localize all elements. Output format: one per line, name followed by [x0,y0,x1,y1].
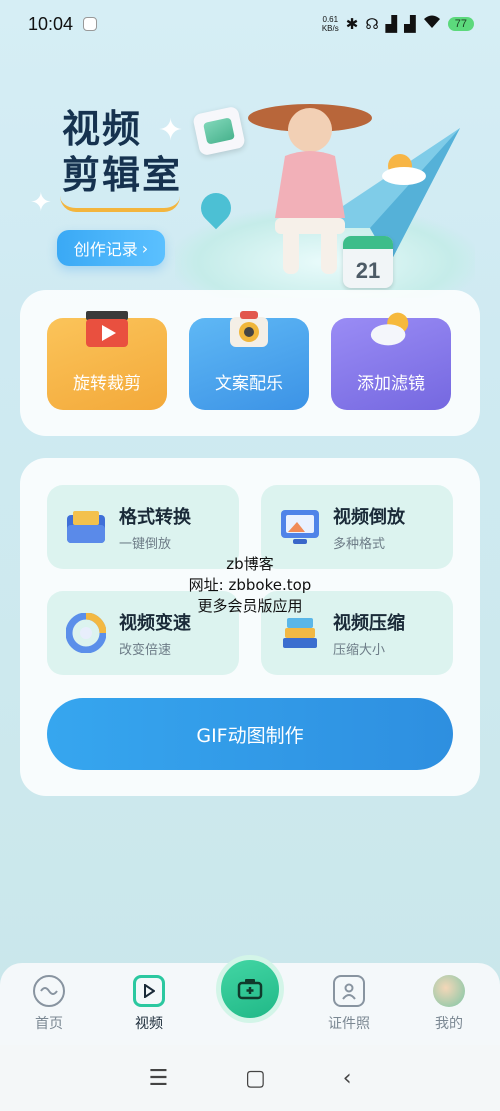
creation-history-button[interactable]: 创作记录 › [57,230,165,266]
nav-video[interactable]: 视频 [114,975,184,1039]
gif-maker-button[interactable]: GIF动图制作 [47,698,453,770]
bottom-nav: 首页 视频 证件照 我的 [0,955,500,1045]
network-speed-value: 0.61 [322,15,339,24]
network-speed-unit: KB/s [321,24,339,33]
avatar [433,975,465,1007]
status-right: 0.61 KB/s ✱ ☊ ▟ ▟ 77 [322,15,474,33]
chevron-right-icon: › [141,238,149,258]
notification-icon [83,17,98,31]
nav-id-photo-label: 证件照 [328,1016,370,1032]
status-bar: 10:04 0.61 KB/s ✱ ☊ ▟ ▟ 77 [0,0,500,48]
quick-features-card: 旋转裁剪 文案配乐 添加滤镜 [20,290,480,436]
creation-history-label: 创作记录 [73,240,138,259]
sparkle-icon: ✦ [30,188,52,218]
tools-card: 格式转换 一键倒放 视频倒放 多种格式 视频变速 改变倍速 视频压缩 压缩大小 … [20,458,480,796]
hero-banner: 视频 剪辑室 ✦ ✦ 21 创作记录 › [0,48,500,298]
video-play-icon [133,975,165,1007]
stack-layers-icon [279,613,321,653]
mobile-signal-2-icon: ▟ [404,15,416,33]
bluetooth-icon: ✱ [345,15,359,33]
rotate-crop-tile[interactable]: 旋转裁剪 [47,311,167,410]
nav-mine[interactable]: 我的 [414,975,484,1039]
format-convert-subtitle: 一键倒放 [119,537,172,552]
watermark-line-2: 网址: zbboke.top [188,576,312,594]
mobile-signal-icon: ▟ [385,15,398,33]
headset-icon: ☊ [365,15,379,33]
network-speed: 0.61 KB/s [322,15,339,33]
video-speed-subtitle: 改变倍速 [119,643,172,658]
clapperboard-icon [83,308,131,350]
speed-dial-icon [65,613,107,653]
sparkle-icon: ✦ [158,113,184,148]
status-left: 10:04 [28,13,98,35]
copy-music-tile[interactable]: 文案配乐 [189,311,309,410]
camera-capture-button[interactable] [216,955,284,1023]
hero-swoosh-decoration [60,196,180,212]
id-photo-icon [333,975,365,1007]
format-convert-title: 格式转换 [119,507,191,528]
folder-icon [65,507,107,547]
watermark: zb博客 网址: zbboke.top 更多会员版应用 [150,554,350,617]
copy-music-label: 文案配乐 [215,374,283,394]
watermark-line-1: zb博客 [226,555,274,573]
watermark-line-3: 更多会员版应用 [197,597,303,615]
add-filter-tile[interactable]: 添加滤镜 [331,312,451,410]
add-filter-label: 添加滤镜 [357,374,425,394]
calendar-day: 21 [355,258,381,283]
back-chevron-icon[interactable]: ‹ [343,1066,352,1091]
home-logo-icon [33,975,65,1007]
nav-home[interactable]: 首页 [14,975,84,1039]
nav-video-label: 视频 [135,1016,163,1032]
nav-id-photo[interactable]: 证件照 [314,975,384,1039]
camera-plus-icon [237,979,263,1000]
weather-cloud-icon [367,308,415,350]
picture-monitor-icon [279,507,321,547]
nav-mine-label: 我的 [435,1016,463,1032]
status-time: 10:04 [28,13,74,34]
video-reverse-title: 视频倒放 [333,507,405,528]
camera-icon [225,308,273,350]
calendar-icon: 21 [343,236,393,288]
photo-decoration-icon [192,105,246,157]
system-nav-bar: ☰ ▢ ‹ [0,1045,500,1111]
video-compress-subtitle: 压缩大小 [333,643,386,658]
rotate-crop-label: 旋转裁剪 [73,374,141,394]
home-square-icon[interactable]: ▢ [245,1066,266,1091]
menu-icon[interactable]: ☰ [148,1066,168,1091]
nav-home-label: 首页 [35,1016,63,1032]
wifi-icon [423,15,441,33]
video-reverse-subtitle: 多种格式 [333,537,386,552]
battery-indicator: 77 [447,17,474,31]
